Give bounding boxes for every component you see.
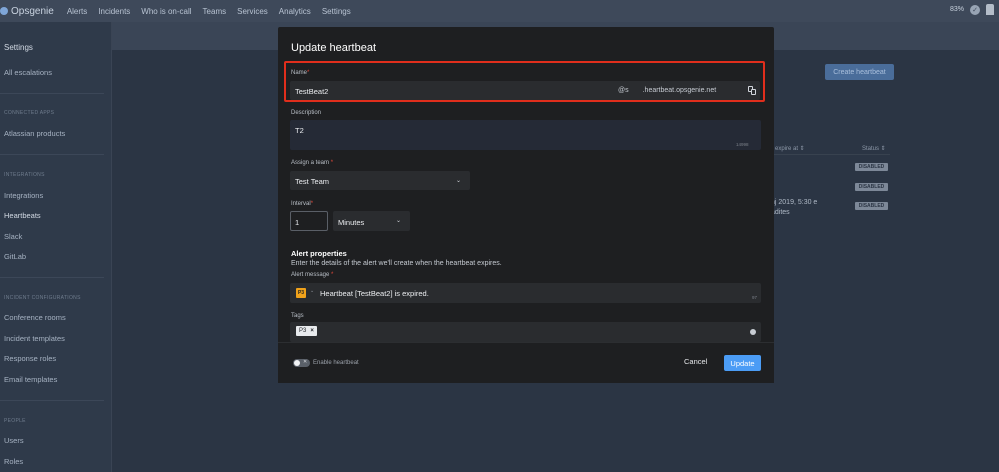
cancel-button[interactable]: Cancel — [684, 357, 707, 366]
nav-analytics[interactable]: Analytics — [279, 7, 311, 16]
enable-heartbeat-toggle[interactable]: ✕ — [293, 359, 310, 367]
sidebar-title: Settings — [4, 43, 33, 52]
tags-input[interactable] — [290, 322, 761, 342]
priority-selector[interactable]: P3 — [296, 288, 306, 298]
sidebar-heading-connected-apps: CONNECTED APPS — [4, 110, 55, 116]
remove-tag-icon[interactable]: × — [310, 328, 314, 334]
alert-message-label: Alert message * — [291, 272, 334, 278]
nav-right: 83% ✓ — [950, 4, 994, 15]
sidebar-divider — [0, 400, 104, 401]
opsgenie-logo-icon — [0, 7, 8, 15]
nav-teams[interactable]: Teams — [203, 7, 227, 16]
alert-properties-title: Alert properties — [291, 249, 347, 258]
nav-settings[interactable]: Settings — [322, 7, 351, 16]
description-label: Description — [291, 110, 322, 116]
sidebar-heading-integrations: INTEGRATIONS — [4, 172, 45, 178]
modal-title: Update heartbeat — [291, 42, 377, 54]
interval-label: Interval* — [291, 201, 314, 207]
sidebar-heading-incident-configurations: INCIDENT CONFIGURATIONS — [4, 295, 81, 301]
column-header-status[interactable]: Status ⇕ — [862, 145, 886, 152]
tag-chip[interactable]: P3 × — [296, 326, 317, 336]
description-char-counter: 14998 — [736, 142, 749, 147]
team-label: Assign a team * — [291, 160, 334, 166]
team-select-value: Test Team — [295, 177, 330, 186]
check-icon[interactable]: ✓ — [970, 4, 980, 15]
tag-chip-label: P3 — [299, 328, 307, 334]
user-avatar-icon[interactable] — [986, 4, 994, 15]
expire-date-text: hj 2019, 5:30 e — [771, 199, 818, 206]
sidebar-heading-people: PEOPLE — [4, 418, 26, 424]
nav-who-is-on-call[interactable]: Who is on-call — [141, 7, 191, 16]
description-textarea[interactable] — [290, 120, 761, 150]
status-badge: DISABLED — [855, 183, 888, 191]
enable-heartbeat-label: Enable heartbeat — [313, 360, 359, 366]
nav-services[interactable]: Services — [237, 7, 268, 16]
sidebar-divider — [0, 154, 104, 155]
tags-label: Tags — [291, 313, 304, 319]
column-header-expire-at[interactable]: expire at ⇕ — [775, 145, 805, 152]
toggle-knob — [294, 360, 300, 366]
sidebar-item-response-roles[interactable]: Response roles — [4, 354, 56, 363]
sidebar-item-all-escalations[interactable]: All escalations — [4, 68, 52, 77]
alert-message-char-counter: 97 — [752, 295, 758, 300]
sidebar-divider — [0, 277, 104, 278]
interval-unit-value: Minutes — [338, 218, 365, 227]
sidebar-item-gitlab[interactable]: GitLab — [4, 252, 26, 261]
update-button[interactable]: Update — [724, 355, 761, 371]
sidebar-item-users[interactable]: Users — [4, 436, 24, 445]
sidebar-item-email-templates[interactable]: Email templates — [4, 375, 57, 384]
heartbeat-email-suffix: @s .heartbeat.opsgenie.net — [618, 87, 717, 94]
update-heartbeat-modal: Update heartbeat Name* TestBeat2 @s .hea… — [278, 27, 774, 383]
chevron-down-icon: ⌄ — [396, 218, 402, 224]
status-badge: DISABLED — [855, 163, 888, 171]
toggle-off-icon: ✕ — [303, 359, 308, 365]
name-input-value: TestBeat2 — [295, 87, 329, 96]
sidebar-item-conference-rooms[interactable]: Conference rooms — [4, 313, 66, 322]
nav-incidents[interactable]: Incidents — [98, 7, 130, 16]
copy-icon[interactable] — [748, 86, 757, 95]
sidebar-item-atlassian-products[interactable]: Atlassian products — [4, 129, 65, 138]
sidebar-item-slack[interactable]: Slack — [4, 232, 22, 241]
nav-alerts[interactable]: Alerts — [67, 7, 87, 16]
sidebar-item-roles[interactable]: Roles — [4, 457, 23, 466]
description-value: T2 — [295, 126, 304, 135]
sidebar-item-heartbeats[interactable]: Heartbeats — [4, 211, 41, 220]
status-badge: DISABLED — [855, 202, 888, 210]
tags-indicator-icon — [750, 329, 756, 335]
sidebar-item-integrations[interactable]: Integrations — [4, 191, 43, 200]
sidebar-divider — [0, 93, 104, 94]
chevron-down-icon: ⌄ — [456, 178, 462, 184]
alert-message-value: Heartbeat [TestBeat2] is expired. — [320, 289, 429, 298]
sidebar-item-incident-templates[interactable]: Incident templates — [4, 334, 65, 343]
interval-input-value: 1 — [295, 218, 300, 227]
top-nav: Opsgenie Alerts Incidents Who is on-call… — [0, 0, 999, 22]
usage-percent[interactable]: 83% — [950, 6, 964, 13]
settings-sidebar: Settings All escalations CONNECTED APPS … — [0, 22, 112, 472]
app-name: Opsgenie — [11, 5, 54, 17]
name-label: Name* — [291, 70, 310, 76]
chevron-down-icon[interactable]: ⌄ — [310, 288, 314, 294]
alert-properties-description: Enter the details of the alert we'll cre… — [291, 260, 502, 267]
nav-links: Alerts Incidents Who is on-call Teams Se… — [67, 7, 351, 16]
create-heartbeat-button[interactable]: Create heartbeat — [825, 64, 894, 80]
logo[interactable]: Opsgenie — [0, 6, 54, 17]
